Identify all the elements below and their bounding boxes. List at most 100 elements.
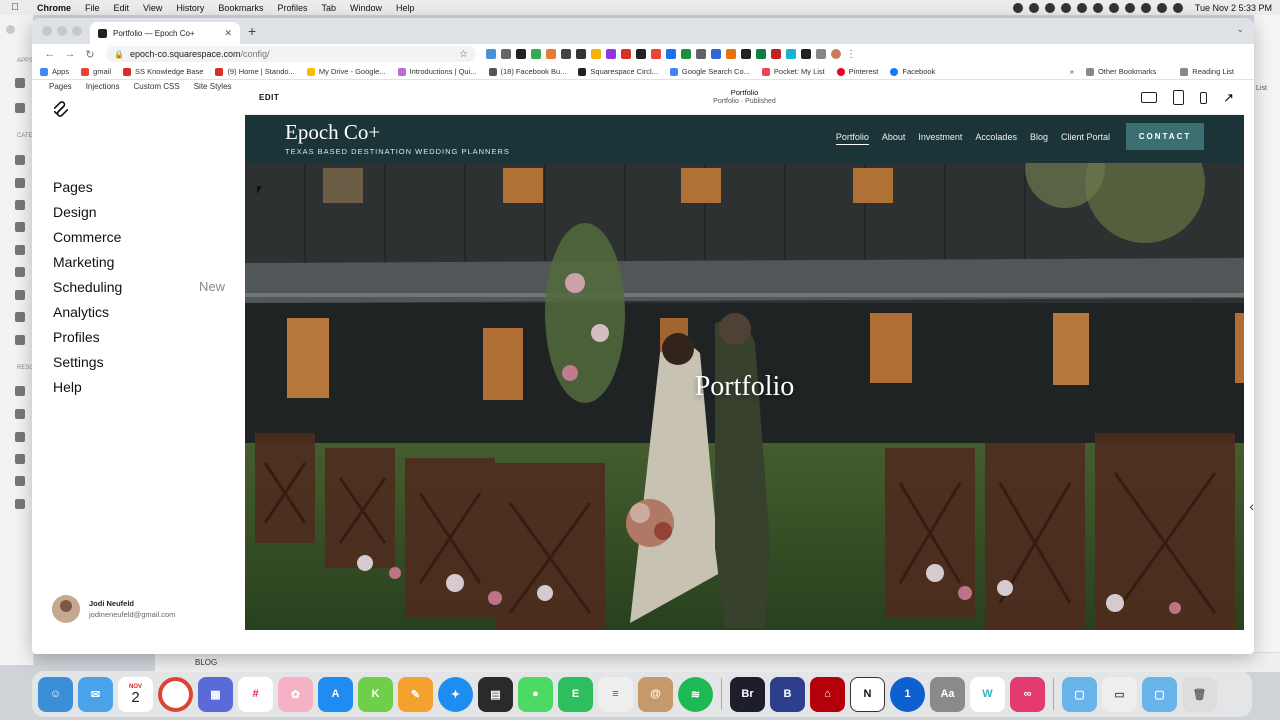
forward-icon[interactable]: → <box>60 48 80 60</box>
menu-scheduling[interactable]: Scheduling New <box>53 274 225 299</box>
bookmark-gmail[interactable]: gmail <box>81 67 111 76</box>
onepassword-icon[interactable]: 1 <box>890 676 925 712</box>
bookmark-introductions[interactable]: Introductions | Qui... <box>397 67 477 76</box>
pages-icon[interactable]: ✎ <box>398 676 433 712</box>
chevron-left-icon[interactable]: ‹ <box>1249 498 1254 514</box>
creative-cloud-icon[interactable]: ∞ <box>1010 676 1045 712</box>
nav-client-portal[interactable]: Client Portal <box>1061 132 1110 145</box>
extensions-puzzle-icon[interactable] <box>816 49 826 59</box>
notion-icon[interactable]: N <box>850 676 885 712</box>
extension-icon[interactable] <box>696 49 706 59</box>
menu-history[interactable]: History <box>169 3 211 13</box>
reading-list[interactable]: Reading List <box>1180 67 1234 76</box>
info-extension-icon[interactable] <box>561 49 571 59</box>
extension-icon[interactable] <box>591 49 601 59</box>
status-icon[interactable] <box>1044 2 1055 13</box>
documents-folder-icon[interactable]: ▢ <box>1142 676 1177 712</box>
nav-about[interactable]: About <box>882 132 906 145</box>
menu-help[interactable]: Help <box>53 374 225 399</box>
close-tab-icon[interactable]: ✕ <box>224 28 232 39</box>
menu-file[interactable]: File <box>78 3 107 13</box>
textedit-icon[interactable]: ≡ <box>598 676 633 712</box>
nav-investment[interactable]: Investment <box>918 132 962 145</box>
siri-icon[interactable] <box>1172 2 1183 13</box>
bookmark-my-drive[interactable]: My Drive - Google... <box>306 67 386 76</box>
nav-blog[interactable]: Blog <box>1030 132 1048 145</box>
status-icon[interactable] <box>1012 2 1023 13</box>
menu-help[interactable]: Help <box>389 3 422 13</box>
extension-icon[interactable] <box>756 49 766 59</box>
back-icon[interactable]: ← <box>40 48 60 60</box>
status-icon[interactable] <box>1060 2 1071 13</box>
app-store-icon[interactable]: A <box>318 676 353 712</box>
extension-icon[interactable] <box>741 49 751 59</box>
mobile-view-icon[interactable] <box>1200 91 1208 104</box>
lock-icon[interactable]: 🔒 <box>114 50 124 59</box>
menu-clock[interactable]: Tue Nov 2 5:33 PM <box>1195 3 1272 13</box>
status-icon[interactable] <box>1028 2 1039 13</box>
menu-edit[interactable]: Edit <box>107 3 137 13</box>
site-logo[interactable]: Epoch Co+ <box>285 120 380 145</box>
extension-icon[interactable] <box>531 49 541 59</box>
calendar-icon[interactable]: NOV 2 <box>118 676 153 712</box>
printer-icon[interactable]: ▤ <box>478 676 513 712</box>
menu-tab[interactable]: Tab <box>314 3 343 13</box>
bbedit-icon[interactable]: B <box>770 676 805 712</box>
finder-icon[interactable]: ☺ <box>38 676 73 712</box>
launchpad-icon[interactable]: ▦ <box>198 676 233 712</box>
trash-icon[interactable]: 🗑 <box>1182 676 1217 712</box>
menu-settings[interactable]: Settings <box>53 349 225 374</box>
new-tab-icon[interactable]: + <box>248 23 256 39</box>
safari-icon[interactable]: ✦ <box>438 676 473 712</box>
extension-icon[interactable] <box>786 49 796 59</box>
nav-accolades[interactable]: Accolades <box>975 132 1017 145</box>
extension-icon[interactable] <box>546 49 556 59</box>
bookmark-pocket[interactable]: Pocket: My List <box>761 67 825 76</box>
bookmark-google-search-console[interactable]: Google Search Co... <box>669 67 750 76</box>
bookmark-apps[interactable]: Apps <box>40 67 69 76</box>
jpg-file-icon[interactable]: ▭ <box>1102 676 1137 712</box>
contact-button[interactable]: CONTACT <box>1126 123 1204 150</box>
bluetooth-icon[interactable] <box>1108 2 1119 13</box>
extension-icon[interactable] <box>621 49 631 59</box>
extension-icon[interactable] <box>666 49 676 59</box>
camera-extension-icon[interactable] <box>501 49 511 59</box>
extension-icon[interactable] <box>711 49 721 59</box>
other-bookmarks[interactable]: Other Bookmarks <box>1085 67 1156 76</box>
menu-view[interactable]: View <box>136 3 169 13</box>
menu-profiles[interactable]: Profiles <box>270 3 314 13</box>
user-icon[interactable] <box>1140 2 1151 13</box>
squarespace-logo-icon[interactable] <box>52 100 70 118</box>
grid-extension-icon[interactable] <box>516 49 526 59</box>
apple-menu-icon[interactable]:  <box>0 2 30 13</box>
menu-commerce[interactable]: Commerce <box>53 224 225 249</box>
adobe-bridge-icon[interactable]: Br <box>730 676 765 712</box>
account-widget[interactable]: Jodi Neufeld jodineneufeld@gmail.com <box>52 595 175 623</box>
status-icon[interactable] <box>1076 2 1087 13</box>
nav-portfolio[interactable]: Portfolio <box>835 132 869 145</box>
browser-tab[interactable]: Portfolio — Epoch Co+ ✕ <box>90 22 240 44</box>
wikipedia-extension-icon[interactable] <box>636 49 646 59</box>
extension-icon[interactable] <box>486 49 496 59</box>
minimize-window-icon[interactable] <box>57 26 67 36</box>
close-window-icon[interactable] <box>42 26 52 36</box>
menu-analytics[interactable]: Analytics <box>53 299 225 324</box>
zoom-window-icon[interactable] <box>72 26 82 36</box>
photos-icon[interactable]: ✿ <box>278 676 313 712</box>
topnav-custom-css[interactable]: Custom CSS <box>133 82 179 91</box>
tab-search-chevron-icon[interactable]: ⌄ <box>1236 24 1244 35</box>
bookmark-squarespace-circle[interactable]: Squarespace Circl... <box>578 67 658 76</box>
menu-bookmarks[interactable]: Bookmarks <box>211 3 270 13</box>
contacts-icon[interactable]: @ <box>638 676 673 712</box>
bookmark-pinterest[interactable]: Pinterest <box>836 67 878 76</box>
expand-arrow-icon[interactable]: ↗ <box>1223 91 1234 104</box>
desktop-view-icon[interactable] <box>1141 92 1158 103</box>
menu-marketing[interactable]: Marketing <box>53 249 225 274</box>
menu-profiles[interactable]: Profiles <box>53 324 225 349</box>
evernote-icon[interactable]: E <box>558 676 593 712</box>
reload-icon[interactable]: ↻ <box>80 48 100 61</box>
menu-chrome[interactable]: Chrome <box>30 3 78 13</box>
font-book-icon[interactable]: Aa <box>930 676 965 712</box>
bookmark-ss-knowledge-base[interactable]: SS Knowledge Base <box>123 67 203 76</box>
topnav-injections[interactable]: Injections <box>86 82 120 91</box>
